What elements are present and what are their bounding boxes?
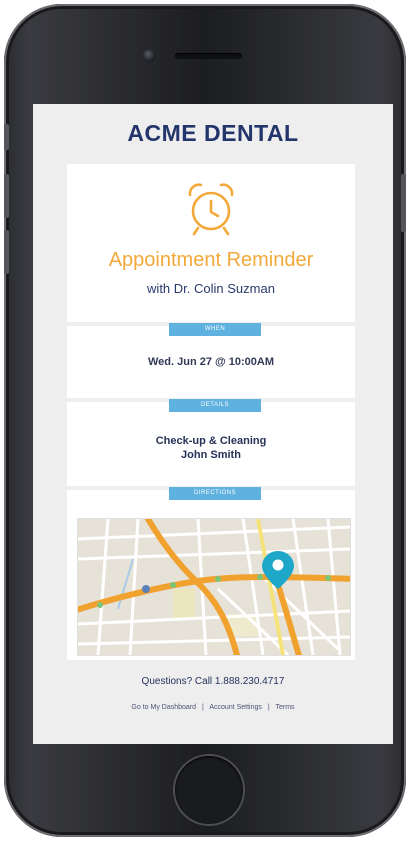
terms-link[interactable]: Terms	[276, 704, 295, 711]
footer-links: Go to My Dashboard | Account Settings | …	[33, 704, 393, 711]
details-card: DETAILS Check-up & Cleaning John Smith	[67, 399, 355, 486]
when-label: WHEN	[169, 323, 261, 336]
footer-separator: |	[267, 704, 270, 711]
volume-down-button	[4, 230, 9, 274]
alarm-clock-icon	[188, 183, 234, 236]
contact-phone[interactable]: Questions? Call 1.888.230.4717	[33, 676, 393, 687]
doctor-name: with Dr. Colin Suzman	[147, 281, 275, 296]
footer-separator: |	[201, 704, 204, 711]
service-name: Check-up & Cleaning	[155, 435, 267, 447]
patient-name: John Smith	[181, 449, 241, 461]
front-camera	[143, 49, 156, 62]
email-screen: ACME DENTAL Appointment Reminder with Dr…	[33, 104, 393, 744]
when-card: WHEN Wed. Jun 27 @ 10:00AM	[67, 323, 355, 398]
brand-logo: ACME DENTAL	[127, 120, 299, 146]
appointment-datetime: Wed. Jun 27 @ 10:00AM	[147, 356, 275, 368]
account-settings-link[interactable]: Account Settings	[209, 704, 262, 711]
home-button[interactable]	[175, 756, 243, 824]
phone-frame: ACME DENTAL Appointment Reminder with Dr…	[4, 4, 406, 837]
directions-map[interactable]	[77, 518, 351, 656]
volume-up-button	[4, 174, 9, 218]
details-label: DETAILS	[169, 399, 261, 412]
power-button	[401, 174, 406, 232]
directions-card: DIRECTIONS	[67, 487, 355, 660]
dashboard-link[interactable]: Go to My Dashboard	[131, 704, 196, 711]
mute-switch	[4, 124, 9, 150]
reminder-title: Appointment Reminder	[108, 249, 314, 271]
reminder-card: Appointment Reminder with Dr. Colin Suzm…	[67, 164, 355, 322]
directions-label: DIRECTIONS	[169, 487, 261, 500]
earpiece-speaker	[175, 53, 242, 59]
